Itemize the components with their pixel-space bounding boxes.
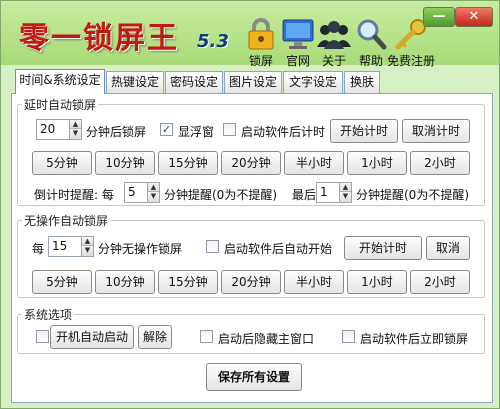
app-title: 零一锁屏王	[19, 21, 179, 56]
close-button[interactable]: ✕	[455, 7, 493, 27]
reminder-every-value[interactable]: 5	[128, 185, 136, 199]
idle-preset-2hour-button[interactable]: 2小时	[410, 270, 470, 294]
idle-minutes-suffix: 分钟无操作锁屏	[98, 242, 183, 256]
tab-password[interactable]: 密码设定	[165, 71, 223, 93]
stepper-down-icon[interactable]: ▼	[69, 129, 81, 139]
lock-immediately-checkbox[interactable]	[342, 330, 355, 343]
lock-immediately-label: 启动软件后立即锁屏	[360, 332, 469, 346]
idle-lock-title: 无操作自动锁屏	[24, 214, 109, 228]
register-label: 免费注册	[386, 54, 435, 68]
stepper-up-icon[interactable]: ▲	[69, 120, 81, 129]
stepper-down-icon[interactable]: ▼	[339, 192, 351, 202]
autostart-remove-button[interactable]: 解除	[138, 325, 172, 349]
delay-minutes-stepper[interactable]: 20 ▲ ▼	[36, 119, 82, 140]
idle-preset-20min-button[interactable]: 20分钟	[221, 270, 281, 294]
stepper-up-icon[interactable]: ▲	[339, 183, 351, 192]
reminder-prefix: 倒计时提醒: 每	[34, 188, 114, 202]
delay-minutes-suffix: 分钟后锁屏	[86, 125, 147, 139]
stepper-down-icon[interactable]: ▼	[81, 246, 93, 256]
idle-preset-15min-button[interactable]: 15分钟	[158, 270, 218, 294]
reminder-every-stepper[interactable]: 5 ▲ ▼	[124, 182, 160, 203]
stepper-down-icon[interactable]: ▼	[147, 192, 159, 202]
settings-panel: 延时自动锁屏 20 ▲ ▼ 分钟后锁屏 ✓ 显浮窗 启动软件后计时 开始计时 取…	[11, 93, 493, 403]
reminder-last-suffix: 分钟提醒(0为不提醒)	[356, 188, 469, 202]
delay-lock-title: 延时自动锁屏	[24, 98, 97, 112]
minimize-button[interactable]: —	[423, 7, 455, 27]
idle-start-button[interactable]: 开始计时	[344, 236, 422, 260]
float-window-checkbox[interactable]: ✓	[160, 123, 173, 136]
delay-start-button[interactable]: 开始计时	[330, 119, 398, 143]
idle-preset-1hour-button[interactable]: 1小时	[347, 270, 407, 294]
idle-start-on-launch-label: 启动软件后自动开始	[224, 242, 333, 256]
idle-preset-10min-button[interactable]: 10分钟	[95, 270, 155, 294]
delay-preset-2hour-button[interactable]: 2小时	[410, 151, 470, 175]
idle-cancel-button[interactable]: 取消	[426, 236, 470, 260]
tab-skin[interactable]: 换肤	[344, 71, 380, 93]
reminder-every-suffix: 分钟提醒(0为不提醒)	[164, 188, 277, 202]
idle-preset-half-hour-button[interactable]: 半小时	[284, 270, 344, 294]
header-bar: 零一锁屏王 5.3 锁屏 官网 关于 帮助 免费注册 — ✕	[1, 1, 499, 68]
reminder-last-value[interactable]: 1	[320, 185, 328, 199]
delay-preset-15min-button[interactable]: 15分钟	[158, 151, 218, 175]
lock-icon	[248, 18, 274, 50]
delay-start-on-launch-checkbox[interactable]	[223, 123, 236, 136]
idle-start-on-launch-checkbox[interactable]	[206, 240, 219, 253]
delay-start-on-launch-label: 启动软件后计时	[241, 125, 326, 139]
idle-minutes-stepper[interactable]: 15 ▲ ▼	[48, 236, 94, 257]
reminder-last-stepper[interactable]: 1 ▲ ▼	[316, 182, 352, 203]
hide-main-window-checkbox[interactable]	[200, 330, 213, 343]
tab-text[interactable]: 文字设定	[283, 71, 343, 93]
reminder-last-prefix: 最后	[292, 188, 317, 202]
magnifier-icon	[357, 19, 387, 50]
tab-images[interactable]: 图片设定	[224, 71, 282, 93]
save-all-button[interactable]: 保存所有设置	[206, 363, 302, 391]
delay-preset-1hour-button[interactable]: 1小时	[347, 151, 407, 175]
idle-minutes-value[interactable]: 15	[52, 239, 67, 253]
delay-preset-20min-button[interactable]: 20分钟	[221, 151, 281, 175]
stepper-up-icon[interactable]: ▲	[81, 237, 93, 246]
tab-hotkeys[interactable]: 热键设定	[106, 71, 164, 93]
idle-prefix: 每	[32, 242, 45, 256]
main-window: 零一锁屏王 5.3 锁屏 官网 关于 帮助 免费注册 — ✕ 时间&系统设定 热…	[0, 0, 500, 409]
autostart-checkbox[interactable]	[36, 330, 49, 343]
tab-time-system[interactable]: 时间&系统设定	[15, 69, 105, 94]
users-icon	[317, 21, 351, 49]
hide-main-window-label: 启动后隐藏主窗口	[218, 332, 315, 346]
app-version: 5.3	[197, 31, 229, 52]
delay-preset-10min-button[interactable]: 10分钟	[95, 151, 155, 175]
delay-minutes-value[interactable]: 20	[40, 122, 55, 136]
delay-cancel-button[interactable]: 取消计时	[402, 119, 470, 143]
autostart-button[interactable]: 开机自动启动	[50, 325, 134, 349]
system-options-title: 系统选项	[24, 308, 73, 322]
float-window-label: 显浮窗	[178, 125, 215, 139]
delay-preset-5min-button[interactable]: 5分钟	[32, 151, 92, 175]
stepper-up-icon[interactable]: ▲	[147, 183, 159, 192]
idle-preset-5min-button[interactable]: 5分钟	[32, 270, 92, 294]
monitor-icon	[282, 19, 314, 49]
delay-preset-half-hour-button[interactable]: 半小时	[284, 151, 344, 175]
